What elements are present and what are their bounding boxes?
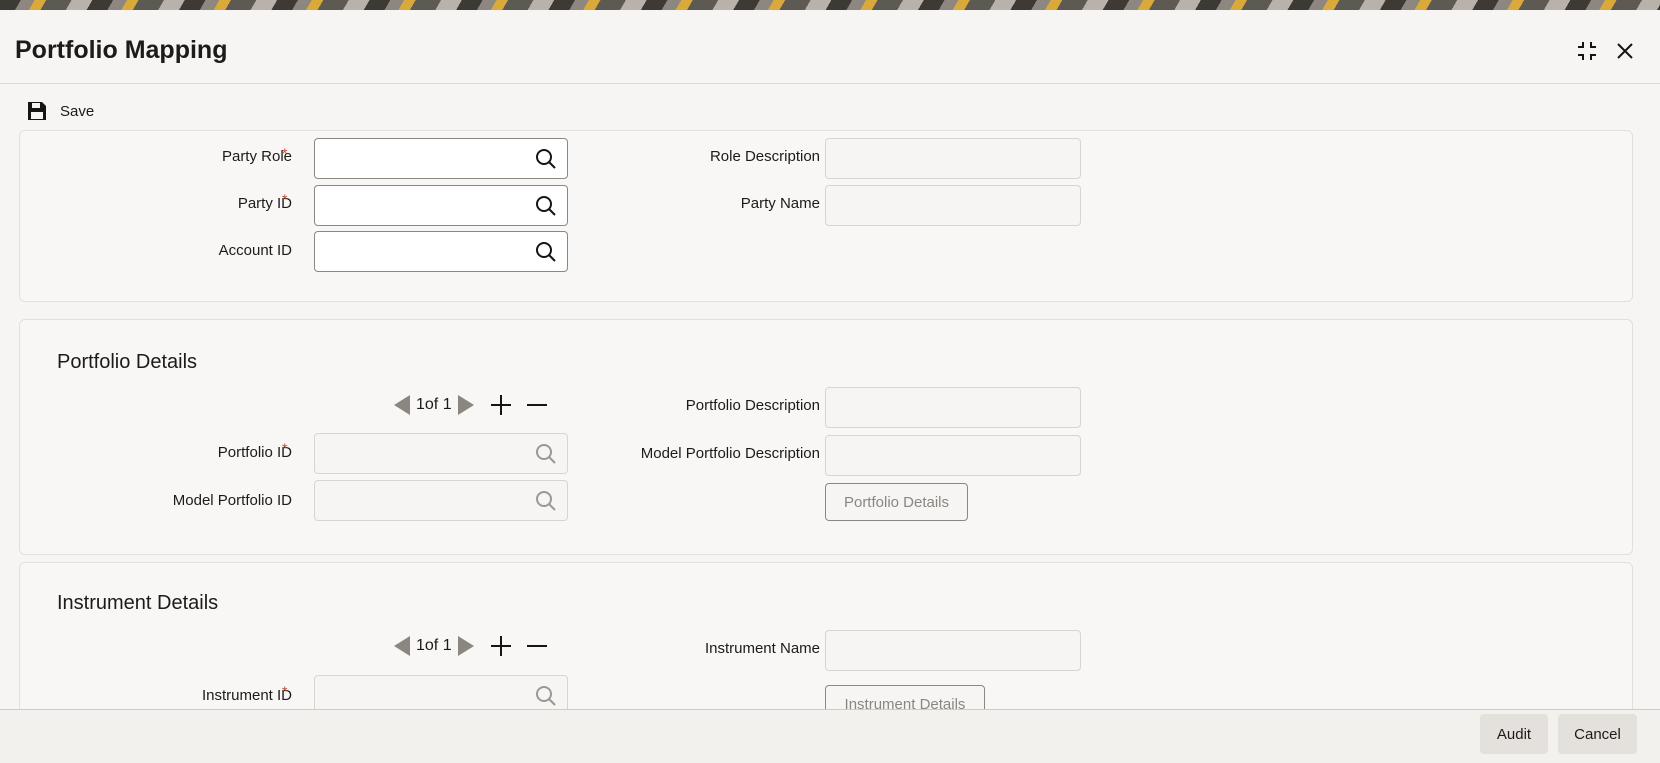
account-id-field[interactable] <box>314 231 568 272</box>
account-id-label: Account ID <box>218 242 292 259</box>
portfolio-pager: 1of 1 <box>392 392 548 418</box>
instrument-name-input <box>826 631 1080 670</box>
save-button[interactable]: Save <box>26 98 94 124</box>
portfolio-id-input[interactable] <box>315 434 525 473</box>
portfolio-description-input <box>826 388 1080 427</box>
search-icon[interactable] <box>535 443 557 465</box>
save-label: Save <box>60 102 95 120</box>
portfolio-id-field[interactable] <box>314 433 568 474</box>
portfolio-description-label: Portfolio Description <box>685 397 820 414</box>
account-id-input[interactable] <box>315 232 525 271</box>
page-indicator: 1of 1 <box>416 637 452 654</box>
party-name-input <box>826 186 1080 225</box>
required-marker: * <box>282 440 288 456</box>
model-portfolio-description-input <box>826 436 1080 475</box>
portfolio-id-label: Portfolio ID <box>217 444 292 461</box>
portfolio-mapping-dialog: Portfolio Mapping Save Party Role * Part… <box>0 10 1660 762</box>
party-id-field[interactable] <box>314 185 568 226</box>
previous-icon[interactable] <box>392 635 412 657</box>
portfolio-description-field <box>825 387 1081 428</box>
previous-icon[interactable] <box>392 394 412 416</box>
required-marker: * <box>282 683 288 699</box>
search-icon[interactable] <box>535 490 557 512</box>
model-portfolio-description-field <box>825 435 1081 476</box>
audit-button[interactable]: Audit <box>1480 714 1548 754</box>
party-name-field <box>825 185 1081 226</box>
close-icon[interactable] <box>1612 38 1638 64</box>
footer-bar <box>0 709 1660 763</box>
next-icon[interactable] <box>456 635 476 657</box>
instrument-name-field <box>825 630 1081 671</box>
role-description-label: Role Description <box>709 148 820 165</box>
title-divider <box>0 83 1660 84</box>
search-icon[interactable] <box>535 148 557 170</box>
instrument-name-label: Instrument Name <box>704 640 820 657</box>
model-portfolio-id-input[interactable] <box>315 481 525 520</box>
instrument-pager: 1of 1 <box>392 633 548 659</box>
add-row-icon[interactable] <box>490 394 512 416</box>
delete-row-icon[interactable] <box>526 394 548 416</box>
party-panel: Party Role * Party ID * Account ID Role … <box>19 130 1633 302</box>
party-role-field[interactable] <box>314 138 568 179</box>
portfolio-details-title: Portfolio Details <box>57 351 198 373</box>
party-role-input[interactable] <box>315 139 525 178</box>
role-description-field <box>825 138 1081 179</box>
search-icon[interactable] <box>535 195 557 217</box>
model-portfolio-description-label: Model Portfolio Description <box>640 445 820 462</box>
search-icon[interactable] <box>535 685 557 707</box>
model-portfolio-id-field[interactable] <box>314 480 568 521</box>
required-marker: * <box>282 191 288 207</box>
portfolio-details-button[interactable]: Portfolio Details <box>825 483 968 521</box>
model-portfolio-id-label: Model Portfolio ID <box>172 492 292 509</box>
instrument-details-title: Instrument Details <box>57 592 219 614</box>
page-title: Portfolio Mapping <box>15 36 228 64</box>
page-indicator: 1of 1 <box>416 396 452 413</box>
role-description-input <box>826 139 1080 178</box>
floppy-disk-icon <box>28 102 46 120</box>
expand-icon[interactable] <box>1574 38 1600 64</box>
party-name-label: Party Name <box>740 195 820 212</box>
required-marker: * <box>282 145 288 161</box>
search-icon[interactable] <box>535 241 557 263</box>
portfolio-details-panel: Portfolio Details 1of 1 Portfolio ID * M… <box>19 319 1633 555</box>
instrument-id-label: Instrument ID <box>201 687 292 704</box>
delete-row-icon[interactable] <box>526 635 548 657</box>
party-id-input[interactable] <box>315 186 525 225</box>
next-icon[interactable] <box>456 394 476 416</box>
header-banner <box>0 0 1660 10</box>
add-row-icon[interactable] <box>490 635 512 657</box>
cancel-button[interactable]: Cancel <box>1558 714 1637 754</box>
